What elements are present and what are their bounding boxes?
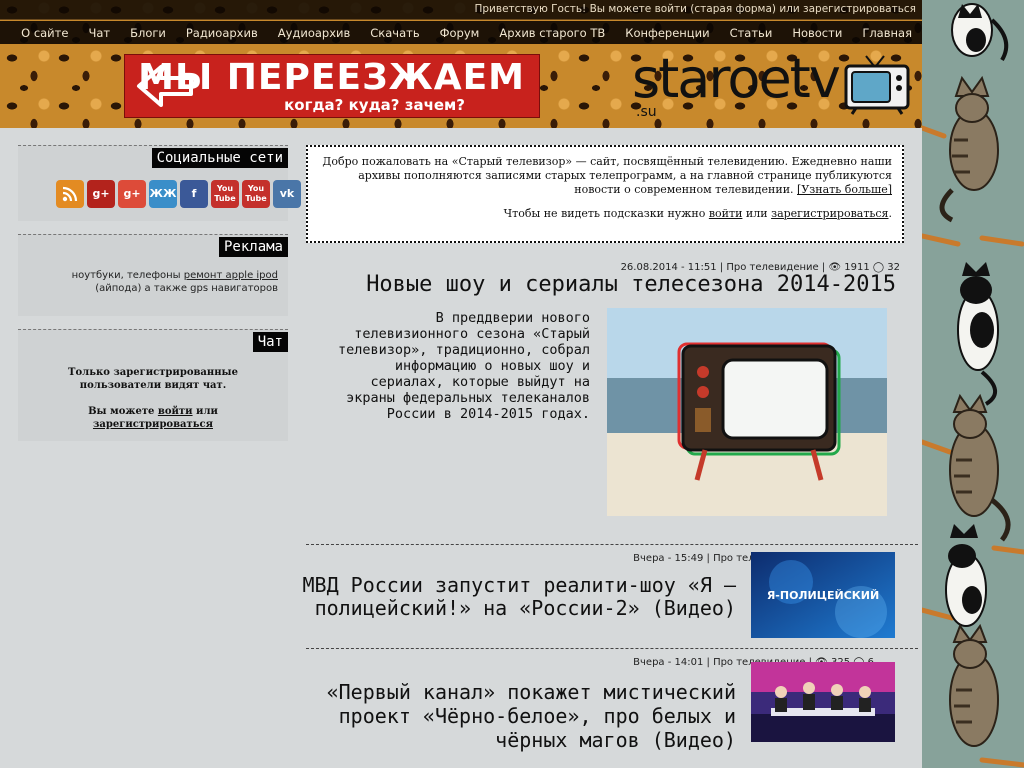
rss-glyph xyxy=(62,186,78,202)
social-widget: Социальные сети g+ g+ ЖЖ f You Tube You … xyxy=(18,145,301,221)
livejournal-icon[interactable]: ЖЖ xyxy=(149,180,177,208)
nav-chat[interactable]: Чат xyxy=(88,26,110,40)
google-plus-icon[interactable]: g+ xyxy=(118,180,146,208)
article-image[interactable] xyxy=(607,308,887,516)
thumbnail-caption: Я-ПОЛИЦЕЙСКИЙ xyxy=(767,589,879,602)
ads-widget: Реклама ноутбуки, телефоны ремонт apple … xyxy=(18,234,288,316)
nav-forum[interactable]: Форум xyxy=(440,26,480,40)
chat-notice: Только зарегистрированные пользователи в… xyxy=(38,366,268,431)
social-icons: g+ g+ ЖЖ f You Tube You Tube vk xyxy=(56,180,301,208)
ads-widget-title: Реклама xyxy=(218,237,288,257)
chat-register-link[interactable]: зарегистрироваться xyxy=(93,419,213,430)
chat-text-before: Вы можете xyxy=(88,406,158,417)
nav-articles[interactable]: Статьи xyxy=(730,26,773,40)
chat-widget: Чат Только зарегистрированные пользовате… xyxy=(18,329,288,441)
logo-domain: .su xyxy=(636,104,657,120)
chat-text-mid: или xyxy=(192,406,218,417)
banner-subtitle: когда? куда? зачем? xyxy=(284,96,465,114)
article-excerpt: В преддверии нового телевизионного сезон… xyxy=(338,310,590,422)
article-thumbnail[interactable] xyxy=(751,662,895,742)
site-header: Приветствую Гость! Вы можете войти (стар… xyxy=(0,0,922,128)
ads-text-before: ноутбуки, телефоны xyxy=(71,270,184,281)
article-separator xyxy=(306,648,918,649)
article-title[interactable]: МВД России запустит реалити-шоу «Я – пол… xyxy=(300,574,736,620)
moving-banner[interactable]: МЫ ПЕРЕЕЗЖАЕМ когда? куда? зачем? xyxy=(124,54,540,118)
nav-home[interactable]: Главная xyxy=(862,26,912,40)
nav-conferences[interactable]: Конференции xyxy=(625,26,709,40)
welcome-hint-after: . xyxy=(888,207,893,220)
chat-notice-line2: Вы можете войти или зарегистрироваться xyxy=(38,405,268,431)
user-greeting[interactable]: Приветствую Гость! Вы можете войти (стар… xyxy=(475,3,917,15)
site-logo[interactable]: staroetv .su xyxy=(632,47,914,120)
cat-pattern-background xyxy=(922,0,1024,768)
welcome-hint-mid: или xyxy=(742,207,772,220)
nav-radio-archive[interactable]: Радиоархив xyxy=(186,26,258,40)
nav-news[interactable]: Новости xyxy=(792,26,842,40)
nav-audio-archive[interactable]: Аудиоархив xyxy=(278,26,351,40)
article-thumbnail[interactable]: Я-ПОЛИЦЕЙСКИЙ xyxy=(751,552,895,638)
welcome-hint-before: Чтобы не видеть подсказки нужно xyxy=(503,207,709,220)
welcome-text: Добро пожаловать на «Старый телевизор» —… xyxy=(318,155,892,197)
article-title[interactable]: Новые шоу и сериалы телесезона 2014-2015 xyxy=(300,272,896,298)
google-plus-icon[interactable]: g+ xyxy=(87,180,115,208)
youtube-icon[interactable]: You Tube xyxy=(242,180,270,208)
chat-widget-title: Чат xyxy=(252,332,288,352)
top-bar: Приветствую Гость! Вы можете войти (стар… xyxy=(0,0,922,20)
ads-link[interactable]: ремонт apple ipod xyxy=(184,270,278,281)
tv-icon xyxy=(844,55,910,115)
welcome-login-link[interactable]: войти xyxy=(709,207,743,220)
welcome-hint: Чтобы не видеть подсказки нужно войти ил… xyxy=(318,207,892,221)
nav-download[interactable]: Скачать xyxy=(370,26,419,40)
chat-login-link[interactable]: войти xyxy=(158,406,193,417)
welcome-box: Добро пожаловать на «Старый телевизор» —… xyxy=(306,145,904,243)
welcome-register-link[interactable]: зарегистрироваться xyxy=(771,207,888,220)
vk-icon[interactable]: vk xyxy=(273,180,301,208)
youtube-icon[interactable]: You Tube xyxy=(211,180,239,208)
learn-more-link[interactable]: [Узнать больше] xyxy=(797,183,892,196)
banner-title: МЫ ПЕРЕЕЗЖАЕМ xyxy=(138,57,525,98)
nav-blogs[interactable]: Блоги xyxy=(130,26,166,40)
ads-text: ноутбуки, телефоны ремонт apple ipod (ай… xyxy=(24,269,278,295)
article-title[interactable]: «Первый канал» покажет мистический проек… xyxy=(300,680,736,752)
chat-notice-line1: Только зарегистрированные пользователи в… xyxy=(68,367,238,391)
rss-icon[interactable] xyxy=(56,180,84,208)
nav-archive[interactable]: Архив старого ТВ xyxy=(499,26,605,40)
cat-pattern-art xyxy=(922,3,1024,768)
article-separator xyxy=(306,544,918,545)
social-widget-title: Социальные сети xyxy=(151,148,288,168)
ads-text-after: (айпода) а также gps навигаторов xyxy=(95,283,278,294)
logo-text: staroetv xyxy=(632,47,841,110)
nav-about[interactable]: О сайте xyxy=(21,26,68,40)
main-nav: Главная Новости Статьи Конференции Архив… xyxy=(0,21,922,44)
facebook-icon[interactable]: f xyxy=(180,180,208,208)
